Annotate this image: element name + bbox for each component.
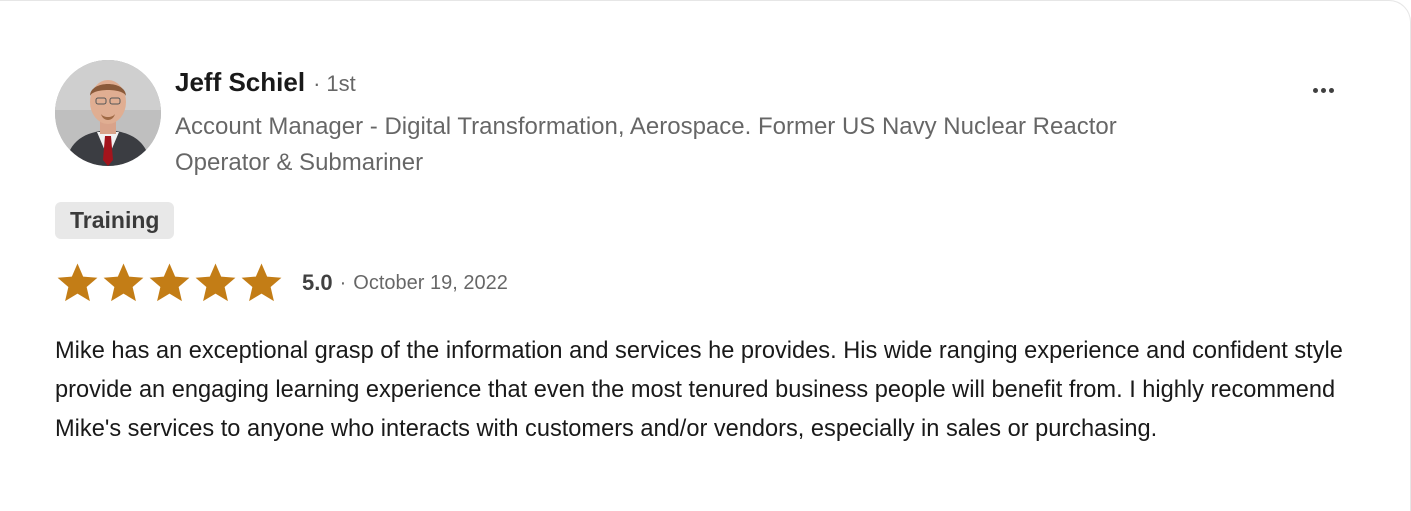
- degree-separator: ·: [313, 71, 321, 96]
- review-card: Jeff Schiel · 1st Account Manager - Digi…: [0, 0, 1411, 511]
- connection-degree: 1st: [326, 71, 356, 96]
- service-tag: Training: [55, 202, 175, 239]
- star-icon: [195, 263, 236, 302]
- more-horizontal-icon: [1312, 87, 1334, 93]
- star-icon: [57, 263, 98, 302]
- more-options-button[interactable]: [1303, 74, 1343, 106]
- star-icon: [149, 263, 190, 302]
- avatar-photo: [55, 60, 161, 166]
- rating-separator: ·: [339, 271, 347, 294]
- rating-row: 5.0 · October 19, 2022: [55, 262, 508, 304]
- review-text: Mike has an exceptional grasp of the inf…: [55, 338, 1343, 442]
- rating-score: 5.0: [302, 270, 333, 295]
- star-icon: [241, 263, 282, 302]
- reviewer-name-row: Jeff Schiel · 1st: [175, 67, 356, 103]
- reviewer-name[interactable]: Jeff Schiel: [175, 67, 305, 98]
- reviewer-headline: Account Manager - Digital Transformation…: [175, 113, 1117, 176]
- star-rating: [55, 262, 284, 304]
- reviewer-avatar[interactable]: [55, 60, 161, 166]
- star-icon: [103, 263, 144, 302]
- review-date: October 19, 2022: [353, 271, 508, 294]
